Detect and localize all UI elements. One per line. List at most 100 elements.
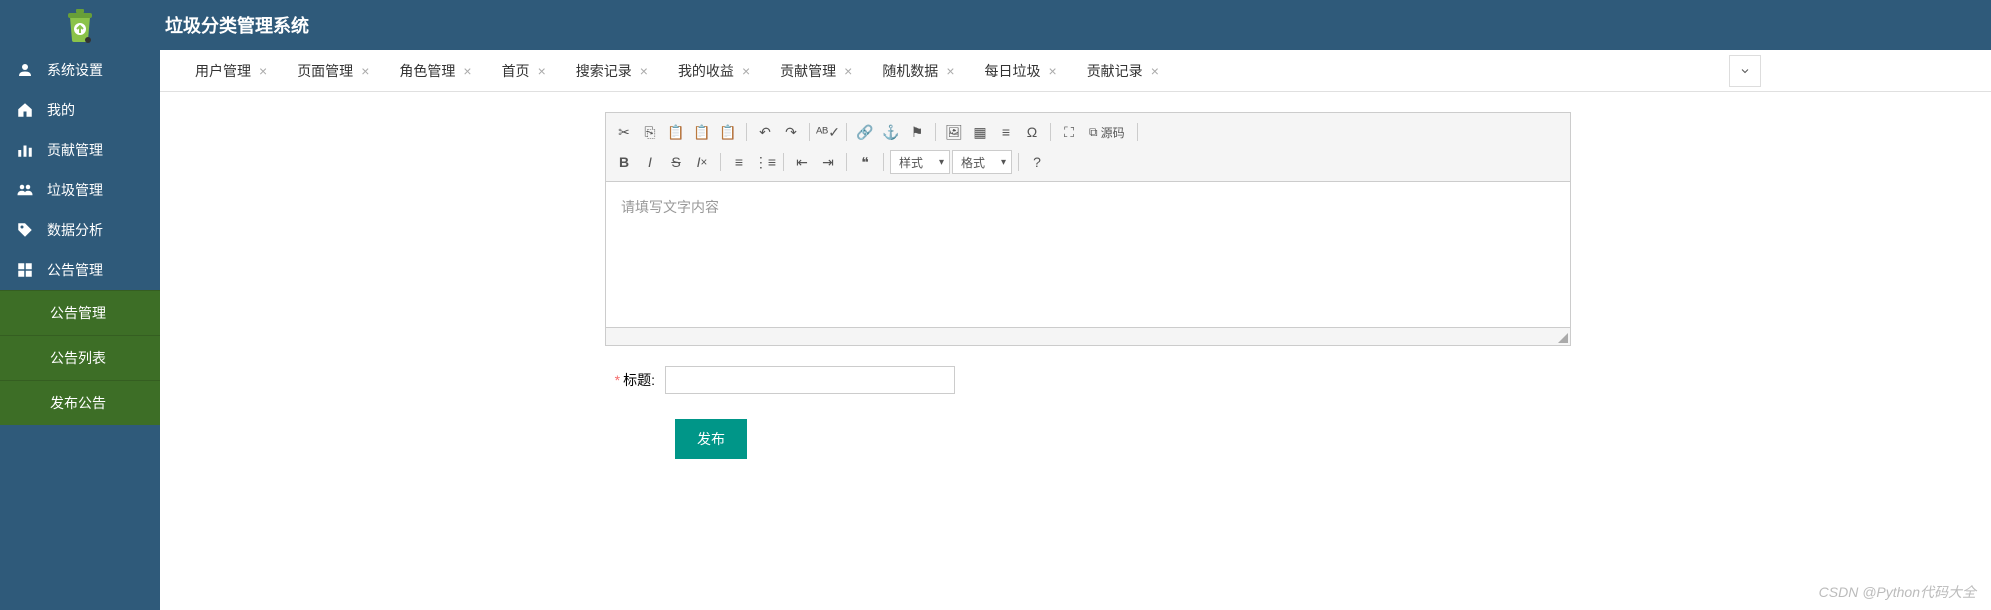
bar-icon — [15, 140, 35, 160]
close-icon[interactable]: × — [259, 63, 267, 79]
tab-user-manage[interactable]: 用户管理× — [180, 50, 282, 92]
nav-label: 垃圾管理 — [47, 180, 103, 200]
editor-toolbar: ✂ ⎘ 📋 📋 📋 ↶ ↷ ᴬᴮ✓ 🔗 ⚓ — [606, 113, 1570, 182]
close-icon[interactable]: × — [844, 63, 852, 79]
nav-trash[interactable]: 垃圾管理 — [0, 170, 160, 210]
tab-label: 页面管理 — [297, 61, 353, 81]
special-char-icon[interactable]: Ω — [1020, 120, 1044, 144]
separator — [883, 153, 884, 171]
link-icon[interactable]: 🔗 — [853, 120, 877, 144]
close-icon[interactable]: × — [946, 63, 954, 79]
users-icon — [15, 180, 35, 200]
separator — [846, 123, 847, 141]
flag-icon[interactable]: ⚑ — [905, 120, 929, 144]
tab-role-manage[interactable]: 角色管理 × — [384, 50, 486, 92]
title-row: *标题: — [605, 366, 1571, 394]
format-select[interactable]: 格式 — [952, 150, 1012, 174]
separator — [846, 153, 847, 171]
cut-icon[interactable]: ✂ — [612, 120, 636, 144]
outdent-icon[interactable]: ⇤ — [790, 150, 814, 174]
publish-button[interactable]: 发布 — [675, 419, 747, 459]
paste-word-icon[interactable]: 📋 — [716, 120, 740, 144]
close-icon[interactable]: × — [361, 63, 369, 79]
editor-content-area[interactable]: 请填写文字内容 — [606, 182, 1570, 327]
tab-daily-trash[interactable]: 每日垃圾 × — [970, 50, 1072, 92]
nav-analysis[interactable]: 数据分析 — [0, 210, 160, 250]
user-icon — [15, 60, 35, 80]
nav-label: 贡献管理 — [47, 140, 103, 160]
close-icon[interactable]: × — [640, 63, 648, 79]
tab-my-income[interactable]: 我的收益× — [663, 50, 765, 92]
main-content: 用户管理× 页面管理× 角色管理× 首页× 搜索记录× 我的收益× 贡献管理× … — [160, 50, 1991, 610]
bullet-list-icon[interactable]: ⋮≡ — [753, 150, 777, 174]
close-icon[interactable]: × — [742, 63, 750, 79]
nav-label: 公告管理 — [47, 260, 103, 280]
tab-label: 每日垃圾 — [985, 61, 1041, 81]
resize-handle[interactable] — [1558, 333, 1568, 343]
subnav-announce-publish[interactable]: 发布公告 — [0, 380, 160, 425]
style-select[interactable]: 样式 — [890, 150, 950, 174]
tab-label: 贡献管理 — [780, 61, 836, 81]
nav-label: 数据分析 — [47, 220, 103, 240]
content-area: ✂ ⎘ 📋 📋 📋 ↶ ↷ ᴬᴮ✓ 🔗 ⚓ — [160, 92, 1991, 610]
blockquote-icon[interactable]: ❝ — [853, 150, 877, 174]
tab-label: 随机数据 — [882, 61, 938, 81]
tab-page-manage[interactable]: 页面管理 × — [282, 50, 384, 92]
tab-random-data[interactable]: 随机数据 × — [867, 50, 969, 92]
trash-logo-icon — [60, 5, 100, 45]
close-icon[interactable]: × — [1151, 63, 1159, 79]
title-input[interactable] — [665, 366, 955, 394]
watermark: CSDN @Python代码大全 — [1819, 582, 1976, 602]
italic-icon[interactable]: I — [638, 150, 662, 174]
help-icon[interactable]: ? — [1025, 150, 1049, 174]
numbered-list-icon[interactable]: ≡ — [727, 150, 751, 174]
tab-label: 角色管理 — [399, 61, 455, 81]
rich-text-editor: ✂ ⎘ 📋 📋 📋 ↶ ↷ ᴬᴮ✓ 🔗 ⚓ — [605, 112, 1571, 346]
separator — [1050, 123, 1051, 141]
nav-contribution[interactable]: 贡献管理 — [0, 130, 160, 170]
separator — [720, 153, 721, 171]
subnav-announce-manage[interactable]: 公告管理 — [0, 290, 160, 335]
undo-icon[interactable]: ↶ — [753, 120, 777, 144]
separator — [783, 153, 784, 171]
paste-text-icon[interactable]: 📋 — [690, 120, 714, 144]
grid-icon — [15, 260, 35, 280]
nav-system-settings[interactable]: 系统设置 — [0, 50, 160, 90]
nav-announce[interactable]: 公告管理 — [0, 250, 160, 290]
separator — [746, 123, 747, 141]
close-icon[interactable]: × — [1049, 63, 1057, 79]
strike-icon[interactable]: S — [664, 150, 688, 174]
close-icon[interactable]: × — [463, 63, 471, 79]
tab-overflow-button[interactable] — [1729, 55, 1761, 87]
bold-icon[interactable]: B — [612, 150, 636, 174]
hr-icon[interactable]: ≡ — [994, 120, 1018, 144]
subnav-announce-list[interactable]: 公告列表 — [0, 335, 160, 380]
table-icon[interactable]: ▦ — [968, 120, 992, 144]
tab-label: 首页 — [502, 61, 530, 81]
separator — [935, 123, 936, 141]
close-icon[interactable]: × — [538, 63, 546, 79]
unlink-icon[interactable]: ⚓ — [879, 120, 903, 144]
redo-icon[interactable]: ↷ — [779, 120, 803, 144]
nav-mine[interactable]: 我的 — [0, 90, 160, 130]
logo-area — [0, 0, 160, 50]
tab-contribution[interactable]: 贡献管理 × — [765, 50, 867, 92]
tag-icon — [15, 220, 35, 240]
image-icon[interactable]: 🖼 — [942, 120, 966, 144]
source-button[interactable]: ⧉ 源码 — [1083, 120, 1131, 144]
indent-icon[interactable]: ⇥ — [816, 150, 840, 174]
label-text: 标题: — [623, 372, 655, 388]
title-label: *标题: — [605, 370, 665, 390]
copy-icon[interactable]: ⎘ — [638, 120, 662, 144]
spellcheck-icon[interactable]: ᴬᴮ✓ — [816, 120, 840, 144]
nav-label: 系统设置 — [47, 60, 103, 80]
home-icon — [15, 100, 35, 120]
remove-format-icon[interactable]: I× — [690, 150, 714, 174]
tab-contribution-record[interactable]: 贡献记录× — [1072, 50, 1174, 92]
paste-icon[interactable]: 📋 — [664, 120, 688, 144]
tab-search-record[interactable]: 搜索记录× — [561, 50, 663, 92]
separator — [1137, 123, 1138, 141]
tab-home[interactable]: 首页 × — [487, 50, 561, 92]
separator — [809, 123, 810, 141]
maximize-icon[interactable]: ⛶ — [1057, 120, 1081, 144]
